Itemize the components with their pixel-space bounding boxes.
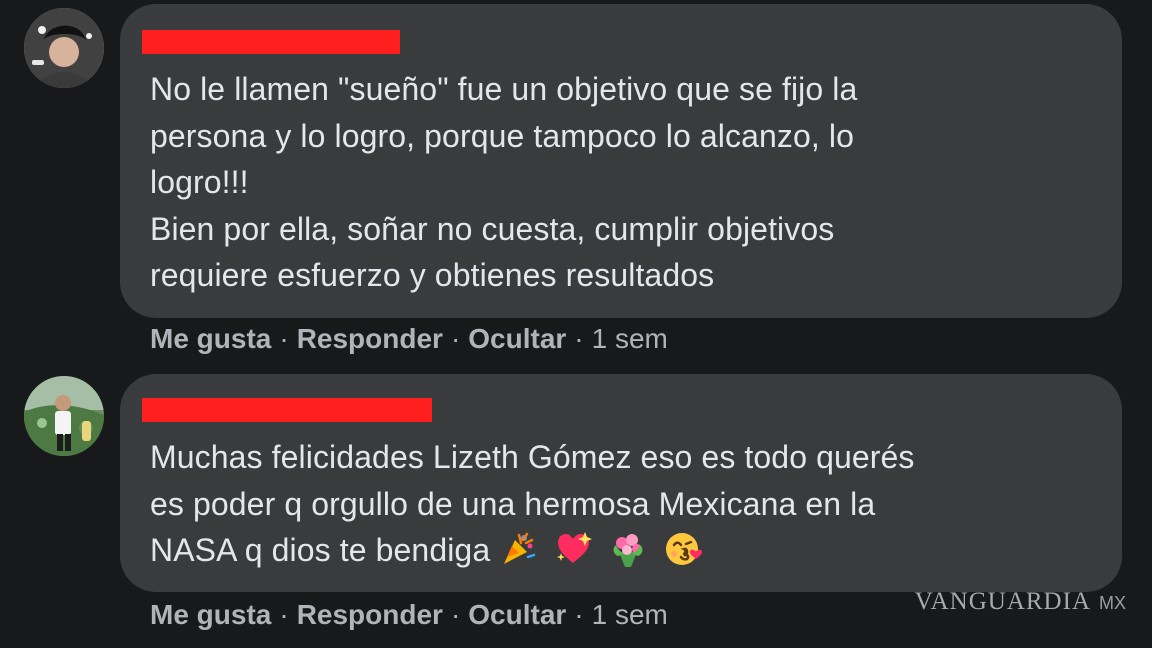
like-button[interactable]: Me gusta (150, 599, 271, 630)
comment-bubble: Muchas felicidades Lizeth Gómez eso es t… (120, 374, 1122, 592)
avatar[interactable] (24, 376, 104, 456)
watermark-brand: VANGUARDIA (914, 588, 1091, 615)
comment-line: logro!!! (150, 164, 249, 200)
reply-button[interactable]: Responder (297, 323, 443, 354)
separator: · (450, 323, 461, 354)
user-photo-icon (24, 8, 104, 88)
bouquet-icon (613, 534, 643, 567)
comment-bubble: No le llamen "sueño" fue un objetivo que… (120, 4, 1122, 318)
timestamp[interactable]: 1 sem (592, 599, 668, 630)
redacted-author-name[interactable] (142, 398, 432, 422)
avatar[interactable] (24, 8, 104, 88)
comment-line: es poder q orgullo de una hermosa Mexica… (150, 485, 876, 522)
comment-text: Muchas felicidades Lizeth Gómez eso es t… (150, 434, 1092, 574)
user-photo-icon (24, 376, 104, 456)
comment-line-text: NASA q dios te bendiga (150, 532, 491, 568)
comment-line: persona y lo logro, porque tampoco lo al… (150, 117, 854, 154)
comment-actions: Me gusta · Responder · Ocultar · 1 sem (150, 322, 668, 356)
redacted-author-name[interactable] (142, 30, 400, 54)
sparkling-heart-icon (557, 532, 593, 563)
comment-actions: Me gusta · Responder · Ocultar · 1 sem (150, 598, 668, 632)
separator: · (279, 323, 289, 354)
separator: · (574, 323, 584, 354)
separator: · (450, 599, 461, 630)
comment-line: No le llamen "sueño" fue un objetivo que… (150, 71, 858, 107)
like-button[interactable]: Me gusta (150, 323, 271, 354)
separator: · (574, 599, 584, 630)
party-popper-icon (504, 532, 536, 564)
face-blowing-kiss-icon (666, 533, 703, 565)
comment-text: No le llamen "sueño" fue un objetivo que… (150, 66, 1092, 299)
hide-button[interactable]: Ocultar (468, 323, 566, 354)
hide-button[interactable]: Ocultar (468, 599, 566, 630)
reply-button[interactable]: Responder (297, 599, 443, 630)
comment-line: requiere esfuerzo y obtienes resultados (150, 257, 715, 293)
comment-line: Muchas felicidades Lizeth Gómez eso es t… (150, 439, 915, 475)
comment-line: Bien por ella, soñar no cuesta, cumplir … (150, 210, 835, 247)
watermark-suffix: MX (1099, 593, 1126, 613)
vanguardia-watermark: VANGUARDIA MX (915, 588, 1126, 616)
comment-line: NASA q dios te bendiga (150, 527, 1092, 574)
timestamp[interactable]: 1 sem (592, 323, 668, 354)
separator: · (279, 599, 289, 630)
